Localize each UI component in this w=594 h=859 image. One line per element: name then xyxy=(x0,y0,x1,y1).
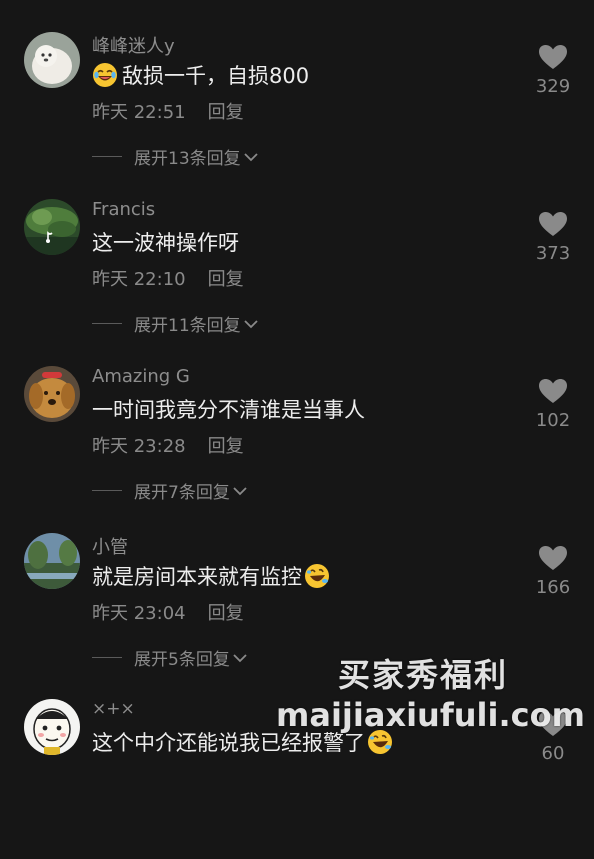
comment-text-content: 这一波神操作呀 xyxy=(92,231,239,255)
heart-icon xyxy=(539,45,567,69)
divider-line xyxy=(92,323,122,324)
like-button[interactable]: 373 xyxy=(530,211,576,264)
comment-time: 昨天 23:04 xyxy=(92,603,186,624)
divider-line xyxy=(92,156,122,157)
comment-item: Amazing G 一时间我竟分不清谁是当事人 昨天 23:28 回复 展开7条回… xyxy=(0,366,594,526)
watermark-url: maijiaxiufuli.com xyxy=(276,696,585,734)
comment-meta: 昨天 23:28 回复 xyxy=(92,432,244,458)
like-button[interactable]: 102 xyxy=(530,378,576,431)
heart-icon xyxy=(539,212,567,236)
divider-line xyxy=(92,490,122,491)
expand-replies-button[interactable]: 展开5条回复 xyxy=(92,645,248,670)
divider-line xyxy=(92,657,122,658)
expand-replies-label: 展开7条回复 xyxy=(134,483,230,503)
comment-username[interactable]: ×+× xyxy=(92,699,135,719)
comment-username[interactable]: Francis xyxy=(92,199,155,220)
comment-text-content: 就是房间本来就有监控 xyxy=(92,565,302,589)
comment-time: 昨天 23:28 xyxy=(92,436,186,457)
like-count: 60 xyxy=(541,743,565,764)
comment-meta: 昨天 22:10 回复 xyxy=(92,265,244,291)
heart-icon xyxy=(539,546,567,570)
like-count: 329 xyxy=(535,76,571,97)
chevron-down-icon xyxy=(233,486,247,495)
laughing-crying-emoji-icon xyxy=(93,63,117,87)
comment-meta: 昨天 22:51 回复 xyxy=(92,98,244,124)
like-count: 373 xyxy=(535,243,571,264)
reply-button[interactable]: 回复 xyxy=(208,436,244,457)
like-count: 102 xyxy=(535,410,571,431)
expand-replies-button[interactable]: 展开7条回复 xyxy=(92,478,248,503)
like-button[interactable]: 166 xyxy=(530,545,576,598)
chevron-down-icon xyxy=(233,653,247,662)
comment-text-content: 一时间我竟分不清谁是当事人 xyxy=(92,398,365,422)
watermark-text: 买家秀福利 xyxy=(338,656,509,694)
comment-text: 这一波神操作呀 xyxy=(92,227,239,257)
heart-icon xyxy=(539,379,567,403)
expand-replies-label: 展开5条回复 xyxy=(134,650,230,670)
expand-replies-label: 展开13条回复 xyxy=(134,149,241,169)
comment-text-content: 敌损一千，自损800 xyxy=(122,64,310,88)
avatar[interactable] xyxy=(24,32,80,88)
comment-time: 昨天 22:10 xyxy=(92,269,186,290)
comment-text: 敌损一千，自损800 xyxy=(92,60,309,90)
comment-username[interactable]: 峰峰迷人y xyxy=(92,32,175,58)
comment-item: 峰峰迷人y 敌损一千，自损800 昨天 22:51 回复 展开13条回复 329 xyxy=(0,32,594,192)
reply-button[interactable]: 回复 xyxy=(208,102,244,123)
reply-button[interactable]: 回复 xyxy=(208,269,244,290)
expand-replies-button[interactable]: 展开11条回复 xyxy=(92,311,259,336)
chevron-down-icon xyxy=(244,152,258,161)
expand-replies-button[interactable]: 展开13条回复 xyxy=(92,144,259,169)
avatar[interactable] xyxy=(24,366,80,422)
laughing-rolling-emoji-icon xyxy=(305,564,329,588)
comment-text: 就是房间本来就有监控 xyxy=(92,561,330,591)
like-count: 166 xyxy=(535,577,571,598)
comment-time: 昨天 22:51 xyxy=(92,102,186,123)
expand-replies-label: 展开11条回复 xyxy=(134,316,241,336)
comment-text: 一时间我竟分不清谁是当事人 xyxy=(92,394,365,424)
avatar[interactable] xyxy=(24,699,80,755)
comment-username[interactable]: 小管 xyxy=(92,533,128,559)
comment-meta: 昨天 23:04 回复 xyxy=(92,599,244,625)
avatar[interactable] xyxy=(24,199,80,255)
comment-item: Francis 这一波神操作呀 昨天 22:10 回复 展开11条回复 373 xyxy=(0,199,594,359)
avatar[interactable] xyxy=(24,533,80,589)
reply-button[interactable]: 回复 xyxy=(208,603,244,624)
comment-username[interactable]: Amazing G xyxy=(92,366,190,387)
chevron-down-icon xyxy=(244,319,258,328)
like-button[interactable]: 329 xyxy=(530,44,576,97)
